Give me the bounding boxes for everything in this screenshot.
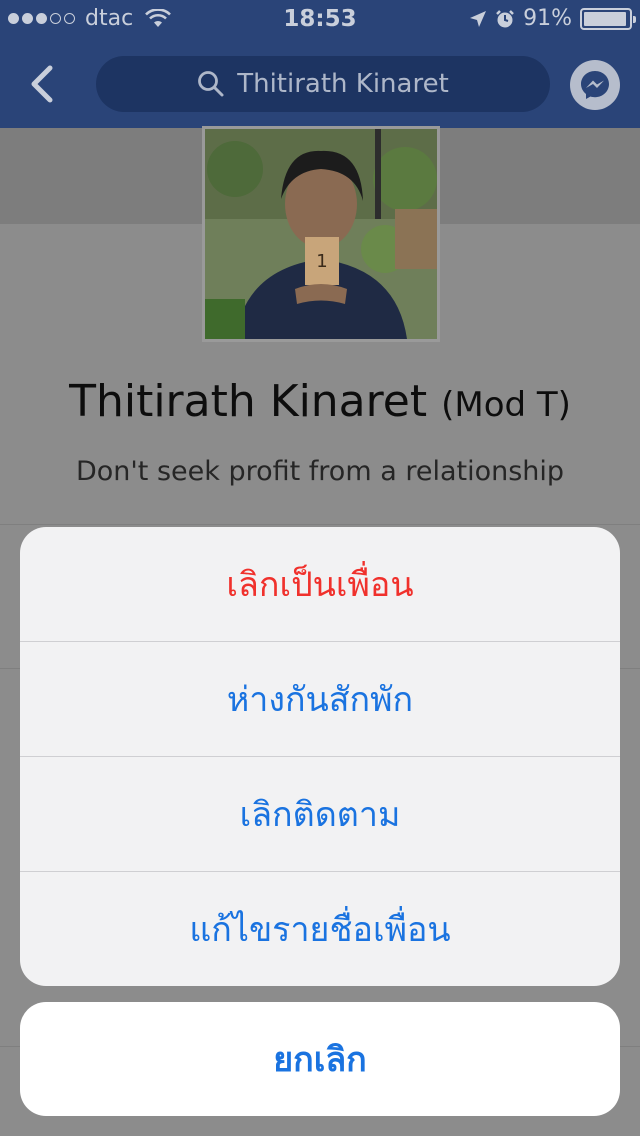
search-icon — [198, 71, 224, 97]
nav-bar: Thitirath Kinaret — [0, 40, 640, 128]
profile-photo-image: 1 — [205, 129, 437, 339]
chevron-left-icon — [31, 65, 53, 103]
profile-name-text: Thitirath Kinaret — [69, 376, 428, 427]
status-right: 91% — [469, 6, 636, 31]
edit-friend-lists-button[interactable]: แก้ไขรายชื่อเพื่อน — [20, 872, 620, 986]
battery-percent: 91% — [523, 6, 572, 31]
profile-name: Thitirath Kinaret (Mod T) — [0, 376, 640, 427]
search-query: Thitirath Kinaret — [237, 69, 449, 99]
back-button[interactable] — [24, 62, 64, 106]
messenger-icon — [581, 71, 609, 99]
action-sheet: เลิกเป็นเพื่อน ห่างกันสักพัก เลิกติดตาม … — [20, 527, 620, 986]
profile-photo[interactable]: 1 — [202, 126, 440, 342]
unfriend-button[interactable]: เลิกเป็นเพื่อน — [20, 527, 620, 642]
status-bar: dtac 18:53 91% — [0, 0, 640, 40]
messenger-button[interactable] — [570, 60, 620, 110]
search-input[interactable]: Thitirath Kinaret — [96, 56, 550, 112]
divider — [0, 524, 640, 525]
take-a-break-button[interactable]: ห่างกันสักพัก — [20, 642, 620, 757]
photo-sign-text: 1 — [316, 251, 327, 272]
location-arrow-icon — [470, 10, 487, 27]
alarm-icon — [496, 9, 514, 27]
profile-nickname: (Mod T) — [441, 385, 571, 425]
profile-bio: Don't seek profit from a relationship — [75, 456, 565, 487]
unfollow-button[interactable]: เลิกติดตาม — [20, 757, 620, 872]
battery-icon — [580, 7, 636, 30]
cancel-button[interactable]: ยกเลิก — [20, 1002, 620, 1116]
